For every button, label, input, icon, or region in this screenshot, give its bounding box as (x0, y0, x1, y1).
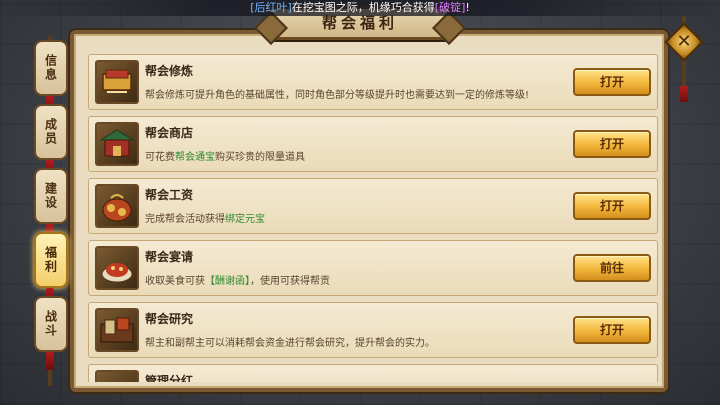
side-tab-strip: 信息 成员 建设 福利 战斗 (30, 36, 70, 386)
row-title: 管理分红 (145, 374, 194, 382)
list-item: 帮会工资 完成帮会活动获得绑定元宝 打开 (88, 178, 658, 234)
highlight-currency: 绑定元宝 (225, 214, 265, 225)
tab-info[interactable]: 信息 (34, 40, 68, 96)
list-item: 帮会修炼 帮会修炼可提升角色的基础属性，同时角色部分等级提升时也需要达到一定的修… (88, 54, 658, 110)
row-title: 帮会工资 (145, 188, 194, 202)
tassel-icon (680, 86, 688, 102)
goto-banquet-button[interactable]: 前往 (573, 254, 651, 282)
open-salary-button[interactable]: 打开 (573, 192, 651, 220)
cultivation-book-icon (95, 60, 139, 104)
tab-welfare[interactable]: 福利 (34, 232, 68, 288)
row-title: 帮会宴请 (145, 250, 194, 264)
row-description: 完成帮会活动获得绑定元宝 (145, 214, 265, 225)
list-item: 帮会宴请 收取美食可获【酬谢函】，使用可获得帮贡 前往 (88, 240, 658, 296)
tab-build[interactable]: 建设 (34, 168, 68, 224)
row-description: 帮会修炼可提升角色的基础属性，同时角色部分等级提升时也需要达到一定的修炼等级! (145, 90, 530, 101)
row-description: 帮主和副帮主可以消耗帮会资金进行帮会研究，提升帮会的实力。 (145, 338, 435, 349)
close-icon: ✕ (676, 31, 692, 52)
announcement-item[interactable]: [破锭] (435, 1, 466, 14)
dividend-icon (95, 370, 139, 382)
highlight-item: 【酬谢函】 (205, 276, 250, 287)
welfare-panel: 帮会修炼 帮会修炼可提升角色的基础属性，同时角色部分等级提升时也需要达到一定的修… (70, 30, 668, 392)
list-item: 帮会研究 帮主和副帮主可以消耗帮会资金进行帮会研究，提升帮会的实力。 打开 (88, 302, 658, 358)
research-books-icon (95, 308, 139, 352)
announcement-suffix: ! (465, 1, 470, 14)
list-item: 帮会商店 可花费帮会通宝购买珍贵的限量道具 打开 (88, 116, 658, 172)
tassel-icon (46, 352, 54, 370)
row-title: 帮会修炼 (145, 64, 194, 78)
highlight-currency: 帮会通宝 (175, 152, 215, 163)
row-title: 帮会研究 (145, 312, 194, 326)
open-cultivation-button[interactable]: 打开 (573, 68, 651, 96)
money-pouch-icon (95, 184, 139, 228)
row-title: 帮会商店 (145, 126, 194, 140)
panel-content: 帮会修炼 帮会修炼可提升角色的基础属性，同时角色部分等级提升时也需要达到一定的修… (80, 40, 658, 382)
open-research-button[interactable]: 打开 (573, 316, 651, 344)
tab-battle[interactable]: 战斗 (34, 296, 68, 352)
shop-building-icon (95, 122, 139, 166)
list-item: 管理分红 (88, 364, 658, 382)
announcement-message: 在挖宝图之际，机缘巧合获得 (291, 1, 435, 14)
open-shop-button[interactable]: 打开 (573, 130, 651, 158)
tab-members[interactable]: 成员 (34, 104, 68, 160)
row-description: 可花费帮会通宝购买珍贵的限量道具 (145, 152, 305, 163)
announcement-bar: [后红叶]在挖宝图之际，机缘巧合获得[破锭]! (0, 0, 720, 16)
row-description: 收取美食可获【酬谢函】，使用可获得帮贡 (145, 276, 330, 287)
announcement-player[interactable]: [后红叶] (250, 1, 292, 14)
banquet-dish-icon (95, 246, 139, 290)
